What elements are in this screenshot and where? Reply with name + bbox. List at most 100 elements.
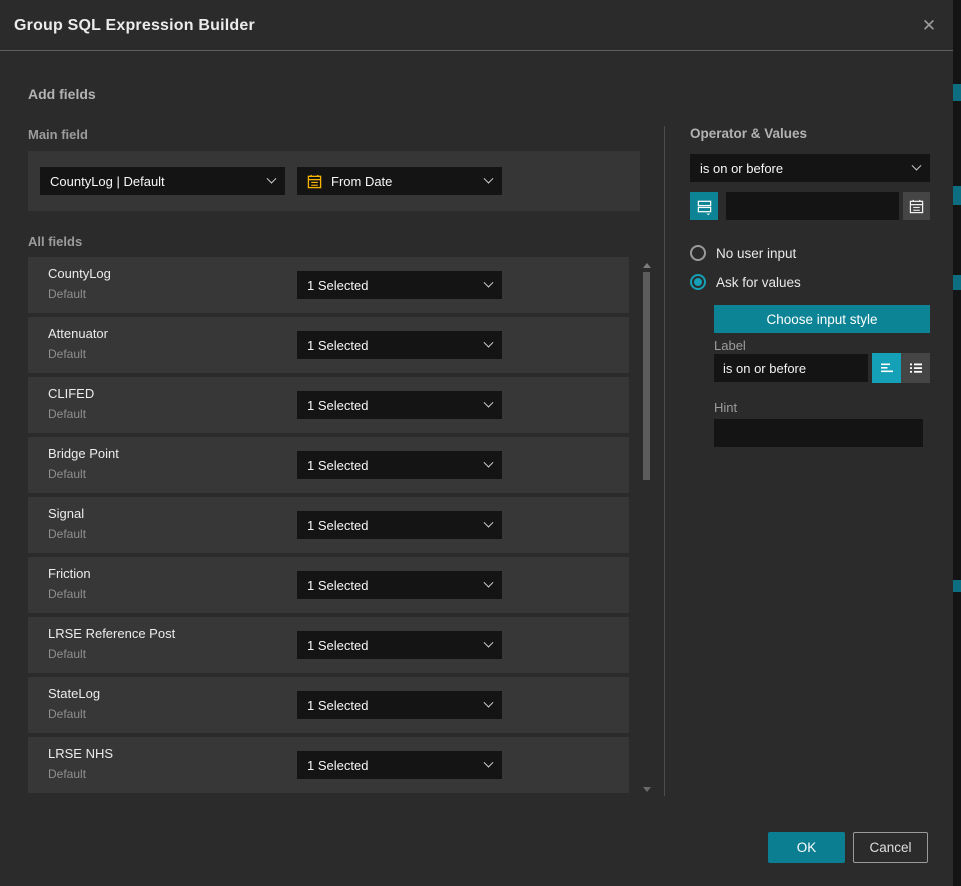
field-name: StateLog	[48, 686, 100, 701]
field-subtitle: Default	[48, 347, 86, 361]
main-field-heading: Main field	[28, 127, 88, 142]
field-name: Friction	[48, 566, 91, 581]
background-app-edge	[953, 0, 961, 886]
field-subtitle: Default	[48, 287, 86, 301]
scrollbar-up-arrow-icon[interactable]	[643, 263, 651, 268]
field-selection-dropdown[interactable]: 1 Selected	[297, 691, 502, 719]
field-selection-dropdown[interactable]: 1 Selected	[297, 751, 502, 779]
chevron-down-icon	[267, 173, 277, 183]
ok-button[interactable]: OK	[768, 832, 845, 863]
hint-input[interactable]	[714, 419, 923, 447]
vertical-divider	[664, 126, 665, 796]
field-selection-dropdown[interactable]: 1 Selected	[297, 331, 502, 359]
align-left-icon	[879, 360, 895, 376]
chevron-down-icon	[484, 637, 494, 647]
list-input-style-button[interactable]	[901, 353, 930, 383]
field-subtitle: Default	[48, 647, 86, 661]
field-row: Bridge Point Default 1 Selected	[28, 437, 629, 493]
label-caption: Label	[714, 338, 746, 353]
field-subtitle: Default	[48, 707, 86, 721]
chevron-down-icon	[484, 457, 494, 467]
cancel-button[interactable]: Cancel	[853, 832, 928, 863]
field-selection-dropdown[interactable]: 1 Selected	[297, 631, 502, 659]
field-selection-dropdown[interactable]: 1 Selected	[297, 391, 502, 419]
value-source-toggle-button[interactable]	[690, 192, 718, 220]
main-field-dropdown[interactable]: From Date	[297, 167, 502, 195]
field-row: StateLog Default 1 Selected	[28, 677, 629, 733]
chevron-down-icon	[484, 517, 494, 527]
field-name: Attenuator	[48, 326, 108, 341]
field-subtitle: Default	[48, 407, 86, 421]
hint-caption: Hint	[714, 400, 737, 415]
radio-circle-icon	[690, 245, 706, 261]
chevron-down-icon	[484, 337, 494, 347]
calendar-icon	[307, 174, 322, 189]
field-selection-dropdown[interactable]: 1 Selected	[297, 511, 502, 539]
stacked-values-icon	[696, 198, 713, 215]
field-selection-value: 1 Selected	[307, 278, 368, 293]
radio-ask-for-values[interactable]: Ask for values	[690, 274, 801, 290]
background-fragment	[953, 275, 961, 290]
single-input-style-button[interactable]	[872, 353, 901, 383]
dialog-header: Group SQL Expression Builder ✕	[0, 0, 953, 51]
chevron-down-icon	[484, 697, 494, 707]
field-selection-dropdown[interactable]: 1 Selected	[297, 451, 502, 479]
field-subtitle: Default	[48, 587, 86, 601]
radio-label: Ask for values	[716, 275, 801, 290]
main-layer-dropdown[interactable]: CountyLog | Default	[40, 167, 285, 195]
date-value-input[interactable]	[726, 192, 899, 220]
operator-dropdown-value: is on or before	[700, 161, 783, 176]
main-field-panel: CountyLog | Default From Date	[28, 151, 640, 211]
main-layer-dropdown-value: CountyLog | Default	[50, 174, 165, 189]
field-name: LRSE NHS	[48, 746, 113, 761]
field-row: Attenuator Default 1 Selected	[28, 317, 629, 373]
scrollbar-down-arrow-icon[interactable]	[643, 787, 651, 792]
chevron-down-icon	[912, 160, 922, 170]
field-subtitle: Default	[48, 527, 86, 541]
operator-dropdown[interactable]: is on or before	[690, 154, 930, 182]
field-subtitle: Default	[48, 467, 86, 481]
calendar-icon	[909, 199, 924, 214]
chevron-down-icon	[484, 277, 494, 287]
radio-circle-selected-icon	[690, 274, 706, 290]
radio-no-user-input[interactable]: No user input	[690, 245, 796, 261]
background-fragment	[953, 580, 961, 592]
field-name: LRSE Reference Post	[48, 626, 175, 641]
field-selection-value: 1 Selected	[307, 398, 368, 413]
radio-label: No user input	[716, 246, 796, 261]
field-subtitle: Default	[48, 767, 86, 781]
scrollbar-thumb[interactable]	[643, 272, 650, 480]
close-icon[interactable]: ✕	[917, 14, 941, 38]
date-picker-button[interactable]	[903, 192, 930, 220]
background-fragment	[953, 186, 961, 205]
field-selection-dropdown[interactable]: 1 Selected	[297, 271, 502, 299]
field-name: Signal	[48, 506, 84, 521]
field-name: CountyLog	[48, 266, 111, 281]
field-row: Friction Default 1 Selected	[28, 557, 629, 613]
dialog-title: Group SQL Expression Builder	[14, 0, 255, 51]
all-fields-heading: All fields	[28, 234, 82, 249]
main-field-dropdown-value: From Date	[331, 174, 392, 189]
chevron-down-icon	[484, 173, 494, 183]
operator-values-heading: Operator & Values	[690, 126, 807, 141]
group-sql-expression-builder-dialog: Group SQL Expression Builder ✕ Add field…	[0, 0, 953, 886]
field-selection-value: 1 Selected	[307, 578, 368, 593]
chevron-down-icon	[484, 577, 494, 587]
label-input[interactable]	[714, 354, 868, 382]
background-fragment	[953, 84, 961, 101]
screen: Group SQL Expression Builder ✕ Add field…	[0, 0, 961, 886]
chevron-down-icon	[484, 397, 494, 407]
field-row: Signal Default 1 Selected	[28, 497, 629, 553]
field-row: LRSE Reference Post Default 1 Selected	[28, 617, 629, 673]
field-selection-value: 1 Selected	[307, 338, 368, 353]
field-row: LRSE NHS Default 1 Selected	[28, 737, 629, 793]
field-selection-value: 1 Selected	[307, 458, 368, 473]
chevron-down-icon	[484, 757, 494, 767]
add-fields-heading: Add fields	[28, 86, 96, 102]
field-row: CLIFED Default 1 Selected	[28, 377, 629, 433]
field-selection-value: 1 Selected	[307, 518, 368, 533]
field-name: Bridge Point	[48, 446, 119, 461]
field-selection-dropdown[interactable]: 1 Selected	[297, 571, 502, 599]
choose-input-style-button[interactable]: Choose input style	[714, 305, 930, 333]
field-name: CLIFED	[48, 386, 94, 401]
